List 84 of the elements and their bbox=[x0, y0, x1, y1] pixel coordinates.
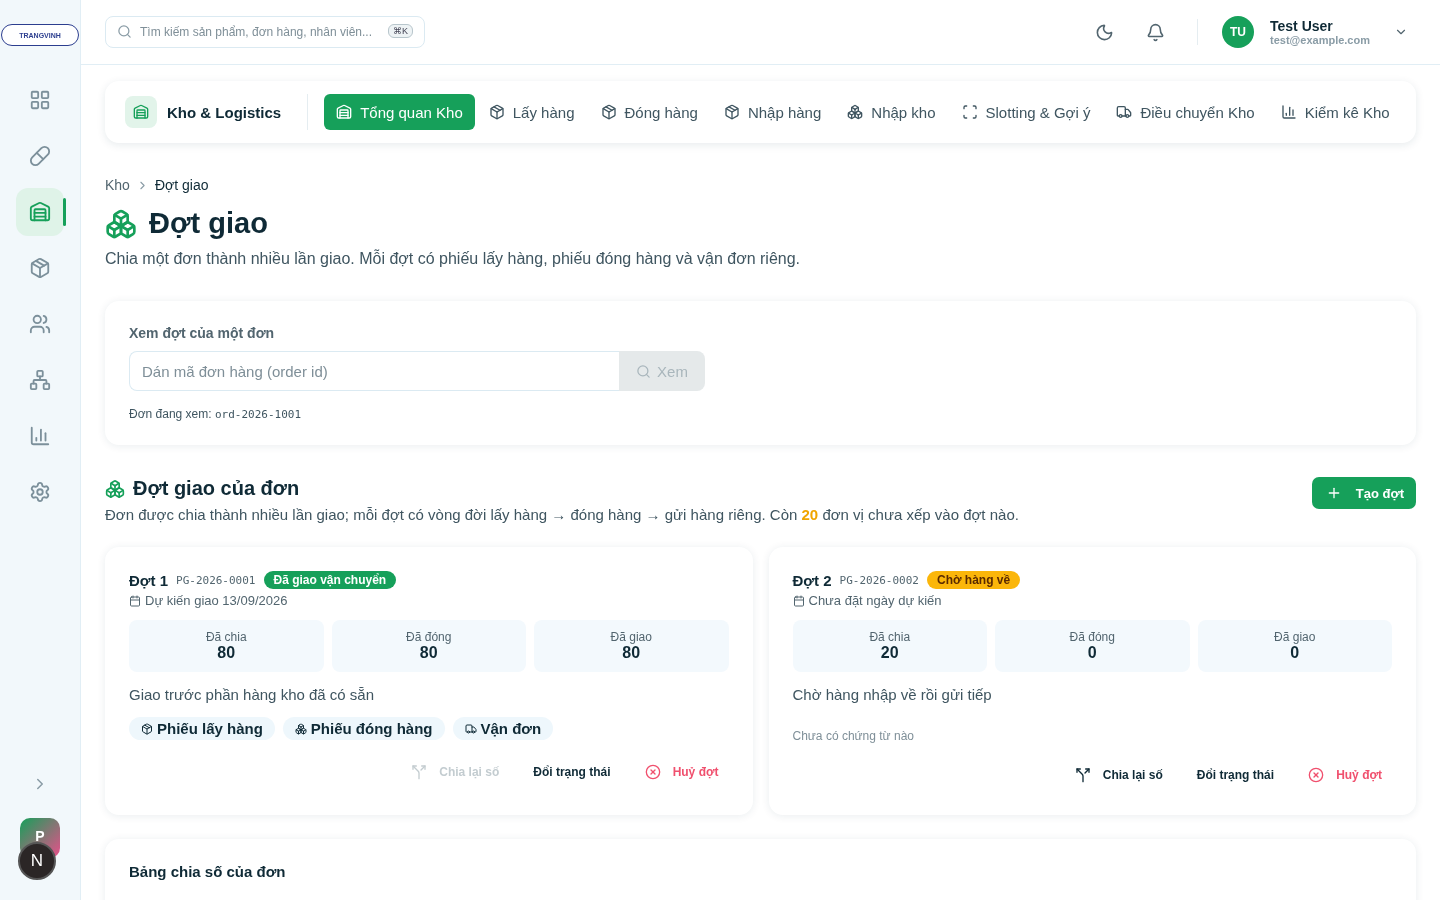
document-link[interactable]: Phiếu đóng hàng bbox=[282, 717, 445, 740]
stat-value: 80 bbox=[217, 644, 236, 662]
user-email: test@example.com bbox=[1270, 34, 1370, 46]
delivery-date: Chưa đặt ngày dự kiến bbox=[808, 593, 942, 608]
calendar-icon bbox=[792, 594, 805, 607]
shipment-note: Giao trước phần hàng kho đã có sẵn bbox=[129, 686, 376, 703]
box-icon bbox=[141, 722, 153, 735]
bar-chart-icon bbox=[1280, 104, 1297, 120]
boxes-icon bbox=[105, 478, 125, 499]
module-icon bbox=[125, 96, 157, 128]
shipment-action[interactable]: Đổi trạng thái bbox=[523, 760, 621, 784]
document-link[interactable]: Vận đơn bbox=[452, 717, 554, 740]
split-icon bbox=[1074, 767, 1091, 783]
shipment-title: Đợt 1 bbox=[129, 571, 168, 589]
page-subtitle: Chia một đơn thành nhiều lần giao. Mỗi đợt có phiếu lấy hàng, phiếu đóng hàng và vận đơn riêng. bbox=[105, 250, 802, 268]
network-icon bbox=[29, 369, 51, 391]
breadcrumb-current: Đợt giao bbox=[154, 177, 209, 193]
box-icon bbox=[723, 104, 740, 120]
empty-documents-text: Chưa có chứng từ nào bbox=[792, 729, 915, 743]
document-link[interactable]: Phiếu lấy hàng bbox=[129, 717, 275, 740]
order-id-field[interactable]: Dán mã đơn hàng (order id) bbox=[129, 351, 619, 391]
stat-value: 0 bbox=[1087, 644, 1097, 662]
shipment-code: PG-2026-0002 bbox=[839, 573, 919, 587]
box-icon bbox=[488, 104, 505, 120]
shipment-action[interactable]: Đổi trạng thái bbox=[1186, 763, 1285, 787]
module-tab[interactable]: Điều chuyển Kho bbox=[1104, 94, 1267, 130]
module-tab[interactable]: Nhập hàng bbox=[711, 94, 834, 130]
truck-icon bbox=[464, 722, 477, 735]
stat-label: Đã giao bbox=[1274, 630, 1316, 644]
section-title: Đợt giao của đơn bbox=[133, 477, 300, 500]
module-tab[interactable]: Lấy hàng bbox=[476, 94, 587, 130]
grid-icon bbox=[29, 89, 51, 111]
sidebar-item[interactable] bbox=[16, 188, 64, 236]
stat-value: 80 bbox=[622, 644, 641, 662]
section-description: Đơn được chia thành nhiều lần giao; mỗi đợt có vòng đời lấy hàng → đóng hàng → gửi hàng riêng. Còn 20 đơn vị chưa xếp vào đợt nào. bbox=[105, 506, 1019, 523]
shipment-note: Chờ hàng nhập về rồi gửi tiếp bbox=[792, 686, 993, 703]
bell-icon bbox=[1146, 22, 1165, 42]
module-tab[interactable]: Kiểm kê Kho bbox=[1268, 94, 1402, 130]
card-title: Bảng chia số của đơn bbox=[129, 863, 287, 880]
user-name: Test User bbox=[1270, 18, 1334, 34]
current-order-text: Đơn đang xem: ord-2026-1001 bbox=[129, 407, 302, 421]
user-avatar[interactable]: N bbox=[18, 842, 56, 880]
settings-icon bbox=[29, 481, 51, 503]
box-icon bbox=[600, 104, 617, 120]
pill-icon bbox=[29, 145, 51, 167]
calendar-icon bbox=[129, 594, 141, 607]
stat-label: Đã đóng bbox=[1069, 630, 1115, 644]
boxes-icon bbox=[294, 722, 307, 735]
breadcrumb-link[interactable]: Kho bbox=[105, 177, 130, 193]
shipment-action[interactable]: Huỷ đợt bbox=[1298, 763, 1392, 787]
stat-value: 80 bbox=[419, 644, 438, 662]
split-icon bbox=[411, 764, 428, 780]
bar-chart-icon bbox=[29, 425, 51, 447]
status-badge: Đã giao vận chuyển bbox=[263, 571, 397, 589]
moon-icon bbox=[1095, 22, 1114, 42]
cancel-icon bbox=[1308, 767, 1325, 783]
stat-value: 0 bbox=[1290, 644, 1300, 662]
module-tab[interactable]: Đóng hàng bbox=[588, 94, 710, 130]
box-icon bbox=[29, 257, 51, 279]
shipment-action[interactable]: Chia lại số bbox=[1064, 763, 1173, 787]
delivery-date: Dự kiến giao 13/09/2026 bbox=[145, 593, 288, 608]
module-title: Kho & Logistics bbox=[167, 103, 282, 121]
scan-icon bbox=[961, 104, 978, 120]
truck-icon bbox=[1116, 104, 1133, 120]
boxes-icon bbox=[105, 207, 137, 240]
stat-label: Đã chia bbox=[869, 630, 911, 644]
users-icon bbox=[29, 313, 51, 335]
search-icon bbox=[636, 363, 652, 379]
stat-value: 20 bbox=[880, 644, 899, 662]
warehouse-icon bbox=[29, 201, 51, 223]
field-label: Xem đợt của một đơn bbox=[129, 325, 276, 341]
stat-label: Đã giao bbox=[610, 630, 652, 644]
shipment-title: Đợt 2 bbox=[792, 571, 832, 589]
boxes-icon bbox=[847, 104, 864, 120]
module-tab[interactable]: Slotting & Gợi ý bbox=[949, 94, 1103, 130]
search-icon bbox=[117, 24, 132, 39]
warehouse-icon bbox=[336, 104, 353, 120]
cancel-icon bbox=[644, 764, 661, 780]
status-badge: Chờ hàng về bbox=[927, 571, 1021, 589]
page-title: Đợt giao bbox=[149, 207, 268, 240]
stat-label: Đã đóng bbox=[406, 630, 452, 644]
shipment-code: PG-2026-0001 bbox=[176, 573, 256, 587]
stat-label: Đã chia bbox=[205, 630, 247, 644]
module-tab[interactable]: Nhập kho bbox=[835, 94, 948, 130]
